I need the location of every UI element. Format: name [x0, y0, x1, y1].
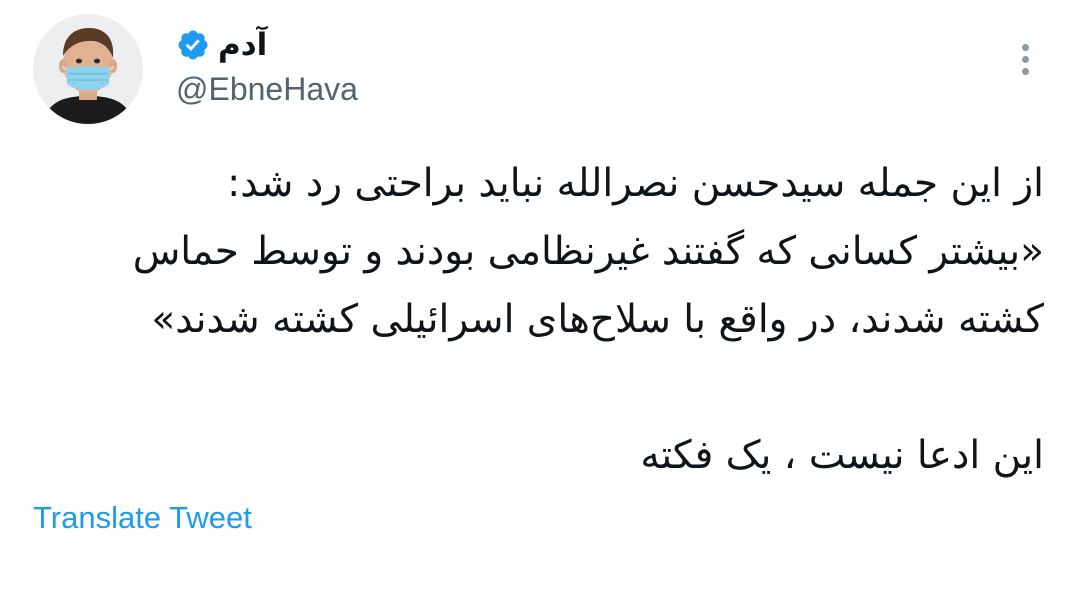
user-name-row[interactable]: آدم: [176, 24, 267, 66]
user-avatar[interactable]: [33, 14, 143, 124]
translate-tweet-link[interactable]: Translate Tweet: [33, 497, 252, 539]
tweet-card: آدم @EbneHava از این جمله سیدحسن نصرالله…: [0, 0, 1080, 595]
tweet-text-line: کشته شدند، در واقع با سلاح‌های اسرائیلی …: [151, 297, 1044, 342]
tweet-text-line: از این جمله سیدحسن نصرالله نباید براحتی …: [227, 161, 1044, 206]
avatar-image: [33, 14, 143, 124]
tweet-text: از این جمله سیدحسن نصرالله نباید براحتی …: [34, 150, 1044, 490]
more-vertical-icon: [1021, 43, 1029, 51]
display-name: آدم: [218, 27, 268, 63]
user-handle[interactable]: @EbneHava: [176, 68, 358, 110]
verified-badge-icon: [176, 28, 210, 62]
more-vertical-icon-dot: [1021, 55, 1029, 63]
tweet-text-line: این ادعا نیست ، یک فکته: [640, 433, 1044, 478]
paragraph-break: [34, 354, 1044, 422]
tweet-text-line: «بیشتر کسانی که گفتند غیرنظامی بودند و ت…: [132, 229, 1044, 274]
more-options-button[interactable]: [1008, 36, 1042, 82]
more-vertical-icon-dot: [1021, 67, 1029, 75]
